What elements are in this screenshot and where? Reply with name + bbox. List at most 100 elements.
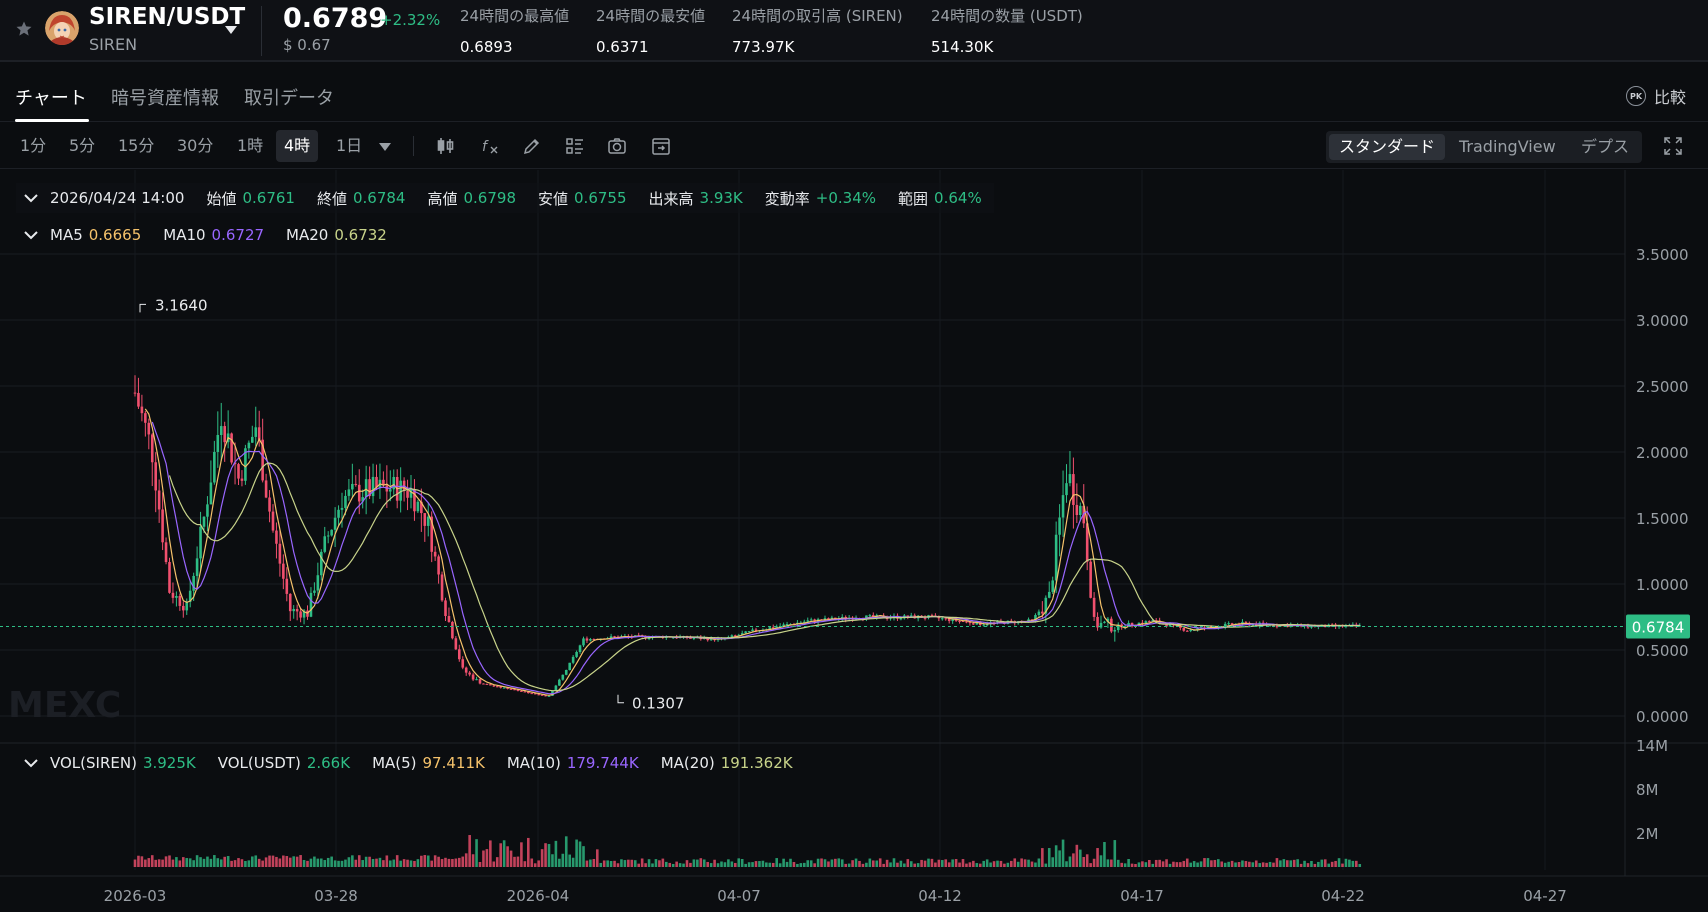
caret-down-icon[interactable] bbox=[225, 26, 237, 34]
volume-bar bbox=[1327, 863, 1330, 867]
low-marker bbox=[617, 694, 624, 704]
volume-value: 3.93K bbox=[699, 189, 743, 207]
volume-bar bbox=[1303, 860, 1306, 867]
volume-bar bbox=[468, 835, 471, 867]
candle-body bbox=[502, 687, 506, 689]
volume-tick-label: 14M bbox=[1636, 737, 1668, 755]
volume-bar bbox=[872, 860, 875, 867]
pair-symbol[interactable]: SIREN/USDT bbox=[89, 4, 245, 30]
candle-body bbox=[447, 616, 451, 622]
volume-bar bbox=[409, 860, 413, 867]
interval-1h[interactable]: 1時 bbox=[229, 130, 271, 162]
view-switcher: スタンダード TradingView デプス bbox=[1326, 131, 1642, 163]
volume-bar bbox=[423, 855, 427, 867]
candle-body bbox=[568, 662, 571, 671]
volume-bar bbox=[596, 849, 599, 867]
view-standard[interactable]: スタンダード bbox=[1329, 134, 1446, 160]
volume-bar bbox=[820, 858, 823, 867]
view-depth[interactable]: デプス bbox=[1571, 134, 1639, 160]
candle-body bbox=[161, 509, 164, 543]
candle-body bbox=[1092, 597, 1096, 617]
interval-1m[interactable]: 1分 bbox=[12, 130, 54, 162]
candle-body bbox=[206, 504, 209, 517]
calendar-icon[interactable] bbox=[651, 136, 671, 156]
tab-chart[interactable]: チャート bbox=[15, 84, 87, 110]
volume-bar bbox=[1341, 863, 1344, 867]
volume-bar bbox=[509, 850, 513, 867]
candle-body bbox=[299, 611, 302, 618]
volume-bar bbox=[740, 859, 744, 867]
collapse-chevron-icon[interactable] bbox=[24, 193, 38, 203]
volume-bar bbox=[882, 863, 885, 867]
volume-bar bbox=[1089, 863, 1092, 867]
volume-bar bbox=[606, 860, 609, 867]
volume-bar bbox=[716, 863, 720, 867]
volume-bar bbox=[844, 863, 847, 867]
candle-body bbox=[426, 516, 430, 526]
candle-body bbox=[806, 620, 810, 622]
volume-bar bbox=[734, 862, 737, 867]
candle-body bbox=[495, 686, 499, 688]
volume-bar bbox=[292, 856, 295, 867]
price-chart[interactable]: 3.5000 3.0000 2.5000 2.0000 1.5000 1.0000 0.50… bbox=[0, 170, 1708, 912]
volume-bar bbox=[1096, 848, 1099, 867]
volume-bar bbox=[758, 861, 761, 867]
tab-crypto-info[interactable]: 暗号資産情報 bbox=[111, 84, 219, 110]
volume-bar bbox=[299, 855, 302, 867]
volume-bar bbox=[357, 855, 361, 867]
volume-bar bbox=[395, 855, 399, 867]
interval-5m[interactable]: 5分 bbox=[61, 130, 103, 162]
ma5-label: MA5 bbox=[50, 226, 83, 244]
candle-body bbox=[744, 631, 747, 634]
draw-pencil-icon[interactable] bbox=[522, 136, 542, 156]
volume-bar bbox=[361, 860, 364, 867]
interval-15m[interactable]: 15分 bbox=[110, 130, 162, 162]
settings-list-icon[interactable] bbox=[565, 136, 585, 156]
volume-bar bbox=[965, 863, 968, 867]
volume-bar bbox=[682, 863, 685, 867]
collapse-chevron-icon[interactable] bbox=[24, 230, 38, 240]
compare-button[interactable]: PK 比較 bbox=[1625, 84, 1686, 108]
volume-bar bbox=[223, 856, 226, 867]
candle-body bbox=[213, 451, 216, 483]
interval-1d[interactable]: 1日 bbox=[328, 130, 370, 162]
volume-bar bbox=[375, 858, 378, 867]
volume-bar bbox=[1068, 856, 1072, 867]
indicator-icon[interactable]: f bbox=[480, 136, 500, 156]
volume-bar bbox=[951, 859, 954, 867]
interval-caret-down-icon[interactable] bbox=[379, 143, 391, 151]
change-value: +0.34% bbox=[815, 189, 877, 207]
interval-4h[interactable]: 4時 bbox=[276, 130, 319, 162]
candle-body bbox=[326, 535, 330, 537]
view-tradingview[interactable]: TradingView bbox=[1449, 134, 1566, 160]
fullscreen-icon[interactable] bbox=[1663, 136, 1683, 156]
volume-bar bbox=[609, 860, 613, 867]
candle-type-icon[interactable] bbox=[436, 136, 456, 156]
volume-bar bbox=[1189, 862, 1192, 867]
volume-bar bbox=[1116, 859, 1120, 867]
collapse-chevron-icon[interactable] bbox=[24, 758, 38, 768]
volume-bar bbox=[1137, 862, 1141, 867]
candle-body bbox=[444, 600, 447, 617]
volume-bar bbox=[644, 863, 647, 867]
volume-bar bbox=[499, 843, 502, 867]
volume-bar bbox=[771, 862, 775, 867]
svg-text:f: f bbox=[482, 139, 489, 155]
volume-bar bbox=[854, 858, 858, 867]
favorite-star-icon[interactable] bbox=[15, 20, 33, 38]
volume-bar bbox=[916, 863, 920, 867]
tab-trade-data[interactable]: 取引データ bbox=[244, 84, 334, 110]
volume-bar bbox=[1317, 861, 1320, 867]
volume-bar bbox=[1006, 862, 1010, 867]
volume-bar bbox=[475, 839, 478, 867]
volume-bar bbox=[1013, 858, 1017, 867]
candle-body bbox=[944, 618, 948, 620]
candle-body bbox=[1185, 630, 1189, 632]
interval-30m[interactable]: 30分 bbox=[169, 130, 221, 162]
camera-icon[interactable] bbox=[607, 136, 627, 156]
candle-body bbox=[147, 422, 151, 435]
volume-bar bbox=[744, 863, 747, 867]
volume-bar bbox=[309, 858, 313, 867]
candle-body bbox=[354, 483, 358, 485]
vol-siren-value: 3.925K bbox=[142, 754, 196, 772]
